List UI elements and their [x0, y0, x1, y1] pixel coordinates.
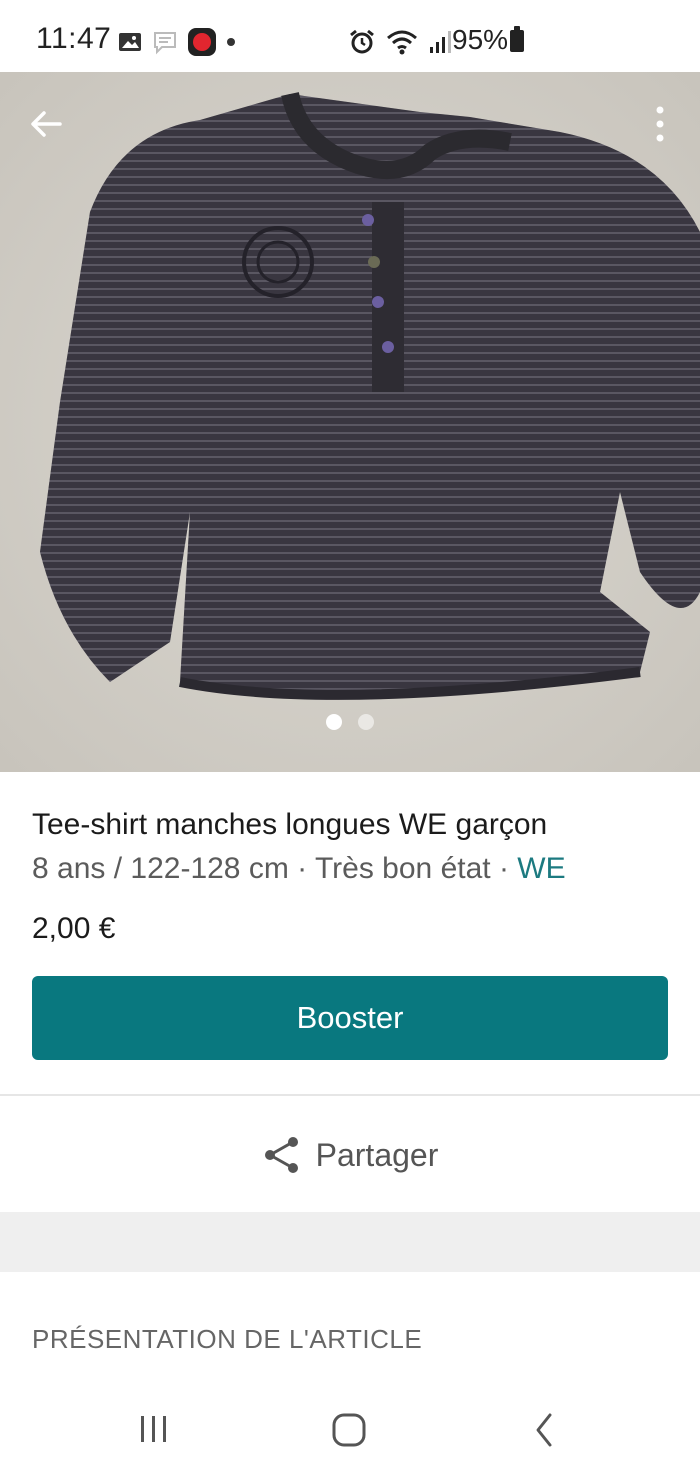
home-icon[interactable]	[331, 1412, 367, 1448]
system-back-icon[interactable]	[534, 1412, 554, 1448]
presentation-section-title: PRÉSENTATION DE L'ARTICLE	[32, 1324, 423, 1354]
product-condition: Très bon état	[314, 852, 491, 885]
back-arrow-icon[interactable]	[24, 102, 68, 146]
product-title: Tee-shirt manches longues WE garçon	[32, 808, 548, 841]
attribute-separator: ·	[288, 852, 315, 885]
wifi-icon	[387, 30, 417, 55]
shirt-photo	[0, 72, 700, 772]
share-label: Partager	[315, 1136, 439, 1173]
product-price: 2,00 €	[32, 912, 116, 945]
share-button[interactable]: Partager	[0, 1110, 700, 1200]
product-attributes: 8 ans / 122-128 cm · Très bon état · WE	[32, 852, 566, 886]
section-spacer	[0, 1212, 700, 1272]
battery-percentage: 95%	[452, 24, 509, 55]
chat-bubble-icon	[154, 32, 176, 55]
divider	[0, 1094, 700, 1096]
share-icon	[264, 1137, 298, 1173]
pagination-dot-active[interactable]	[326, 714, 342, 730]
status-bar: 11:47 95%	[0, 0, 700, 72]
attribute-separator: ·	[490, 852, 518, 885]
alarm-icon	[350, 29, 374, 54]
product-image[interactable]	[0, 72, 700, 772]
product-size: 8 ans / 122-128 cm	[32, 852, 289, 885]
dot-icon	[227, 38, 235, 46]
boost-button[interactable]: Booster	[32, 976, 668, 1060]
signal-icon	[430, 31, 451, 53]
image-pagination	[0, 714, 700, 734]
image-icon	[119, 33, 141, 51]
pagination-dot[interactable]	[358, 714, 374, 730]
status-time: 11:47	[36, 22, 112, 55]
battery-icon	[510, 26, 524, 52]
brand-link[interactable]: WE	[517, 852, 565, 885]
more-options-icon[interactable]	[650, 100, 670, 148]
recent-apps-icon[interactable]	[138, 1414, 170, 1444]
boost-button-label: Booster	[296, 1000, 404, 1035]
app-notification-icon	[188, 28, 216, 56]
